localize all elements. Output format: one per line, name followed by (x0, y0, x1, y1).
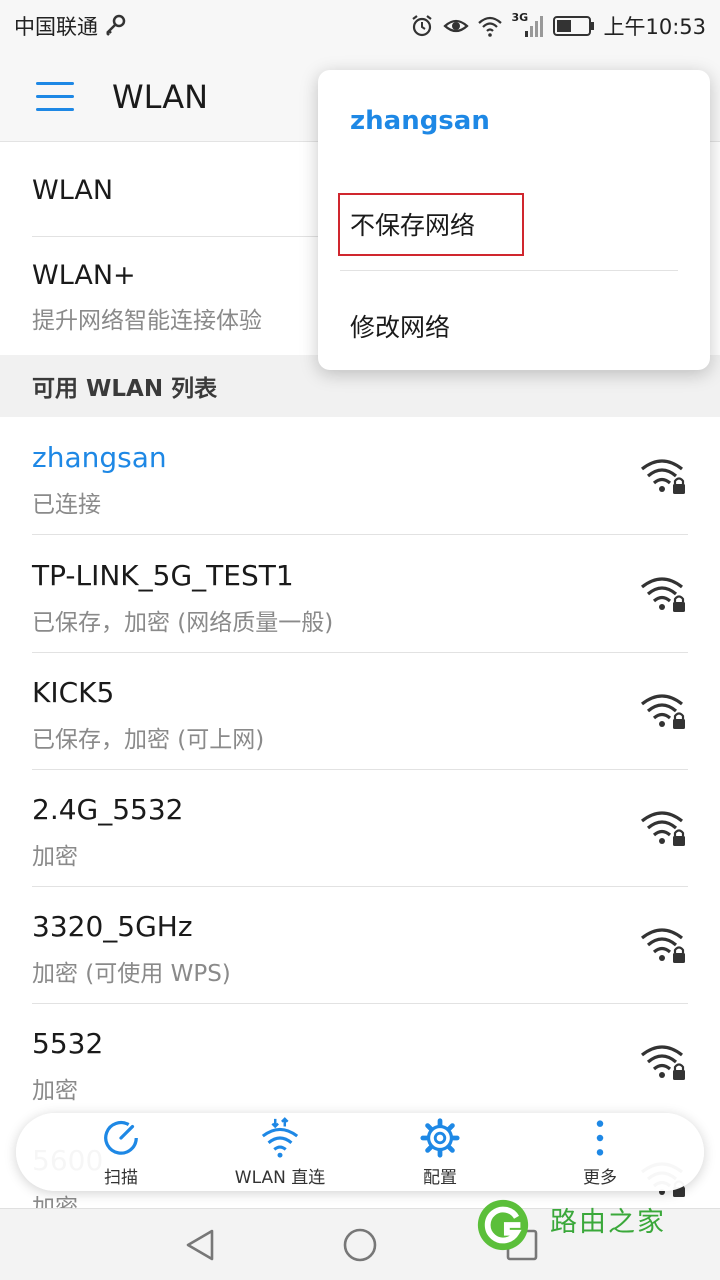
network-status: 已保存，加密 (网络质量一般) (32, 610, 334, 636)
hamburger-menu-icon[interactable] (36, 80, 76, 114)
signal-indicator: 3G (511, 11, 545, 39)
more-vertical-icon (596, 1120, 604, 1156)
network-name: 5532 (32, 1027, 104, 1060)
network-name: zhangsan (32, 441, 167, 474)
watermark-logo-icon (477, 1199, 529, 1251)
scan-button[interactable]: 扫描 (51, 1117, 191, 1188)
network-item-tp-link[interactable]: TP-LINK_5G_TEST1 已保存，加密 (网络质量一般) (0, 535, 720, 652)
watermark-text: 路由之家 (550, 1207, 666, 1238)
network-status: 已保存，加密 (可上网) (32, 727, 265, 753)
network-status: 加密 (32, 1078, 78, 1104)
alarm-icon (412, 15, 433, 37)
wifi-lock-icon (641, 1045, 685, 1080)
wifi-lock-icon (641, 577, 685, 612)
network-name: 2.4G_5532 (32, 793, 184, 826)
bottom-toolbar: 扫描 WLAN 直连 配置 更多 (16, 1113, 704, 1191)
modify-network-menu-item[interactable]: 修改网络 (350, 308, 450, 344)
back-icon[interactable] (182, 1227, 218, 1263)
network-context-menu: zhangsan 不保存网络 修改网络 (318, 70, 710, 370)
page-title: WLAN (112, 78, 209, 116)
network-status: 加密 (可使用 WPS) (32, 961, 231, 987)
divider (340, 270, 678, 271)
watermark: 路由之家 (472, 1196, 712, 1256)
wifi-lock-icon (641, 694, 685, 729)
network-item-3320-5ghz[interactable]: 3320_5GHz 加密 (可使用 WPS) (0, 886, 720, 1003)
network-item-2-4g-5532[interactable]: 2.4G_5532 加密 (0, 769, 720, 886)
wlan-direct-label: WLAN 直连 (234, 1168, 326, 1188)
scan-icon (104, 1121, 138, 1155)
wifi-lock-icon (641, 459, 685, 494)
forget-network-menu-item[interactable]: 不保存网络 (350, 206, 475, 242)
more-button[interactable]: 更多 (530, 1117, 670, 1188)
scan-label: 扫描 (104, 1168, 138, 1188)
network-name: TP-LINK_5G_TEST1 (32, 559, 294, 592)
network-item-kick5[interactable]: KICK5 已保存，加密 (可上网) (0, 652, 720, 769)
status-bar: 中国联通 3G 上午10:53 (0, 0, 720, 52)
network-item-zhangsan[interactable]: zhangsan 已连接 (0, 417, 720, 534)
clock-time: 上午10:53 (603, 15, 706, 39)
home-icon[interactable] (342, 1227, 378, 1263)
wifi-status-icon (478, 16, 503, 37)
network-status: 加密 (32, 844, 78, 870)
more-label: 更多 (583, 1168, 617, 1188)
network-item-5532[interactable]: 5532 加密 (0, 1003, 720, 1120)
wifi-lock-icon (641, 928, 685, 963)
wifi-lock-icon (641, 811, 685, 846)
network-status: 已连接 (32, 492, 101, 518)
config-label: 配置 (423, 1168, 457, 1188)
carrier-label: 中国联通 (14, 15, 98, 39)
network-name: KICK5 (32, 676, 115, 709)
key-icon (106, 14, 126, 36)
popup-title: zhangsan (350, 106, 490, 136)
signal-bars-icon (525, 16, 544, 37)
gear-icon (420, 1118, 460, 1158)
config-button[interactable]: 配置 (370, 1117, 510, 1188)
eye-icon (443, 19, 470, 33)
wlan-direct-icon (261, 1117, 299, 1158)
battery-icon (553, 16, 595, 36)
network-name: 3320_5GHz (32, 910, 193, 943)
wlan-direct-button[interactable]: WLAN 直连 (210, 1117, 350, 1188)
